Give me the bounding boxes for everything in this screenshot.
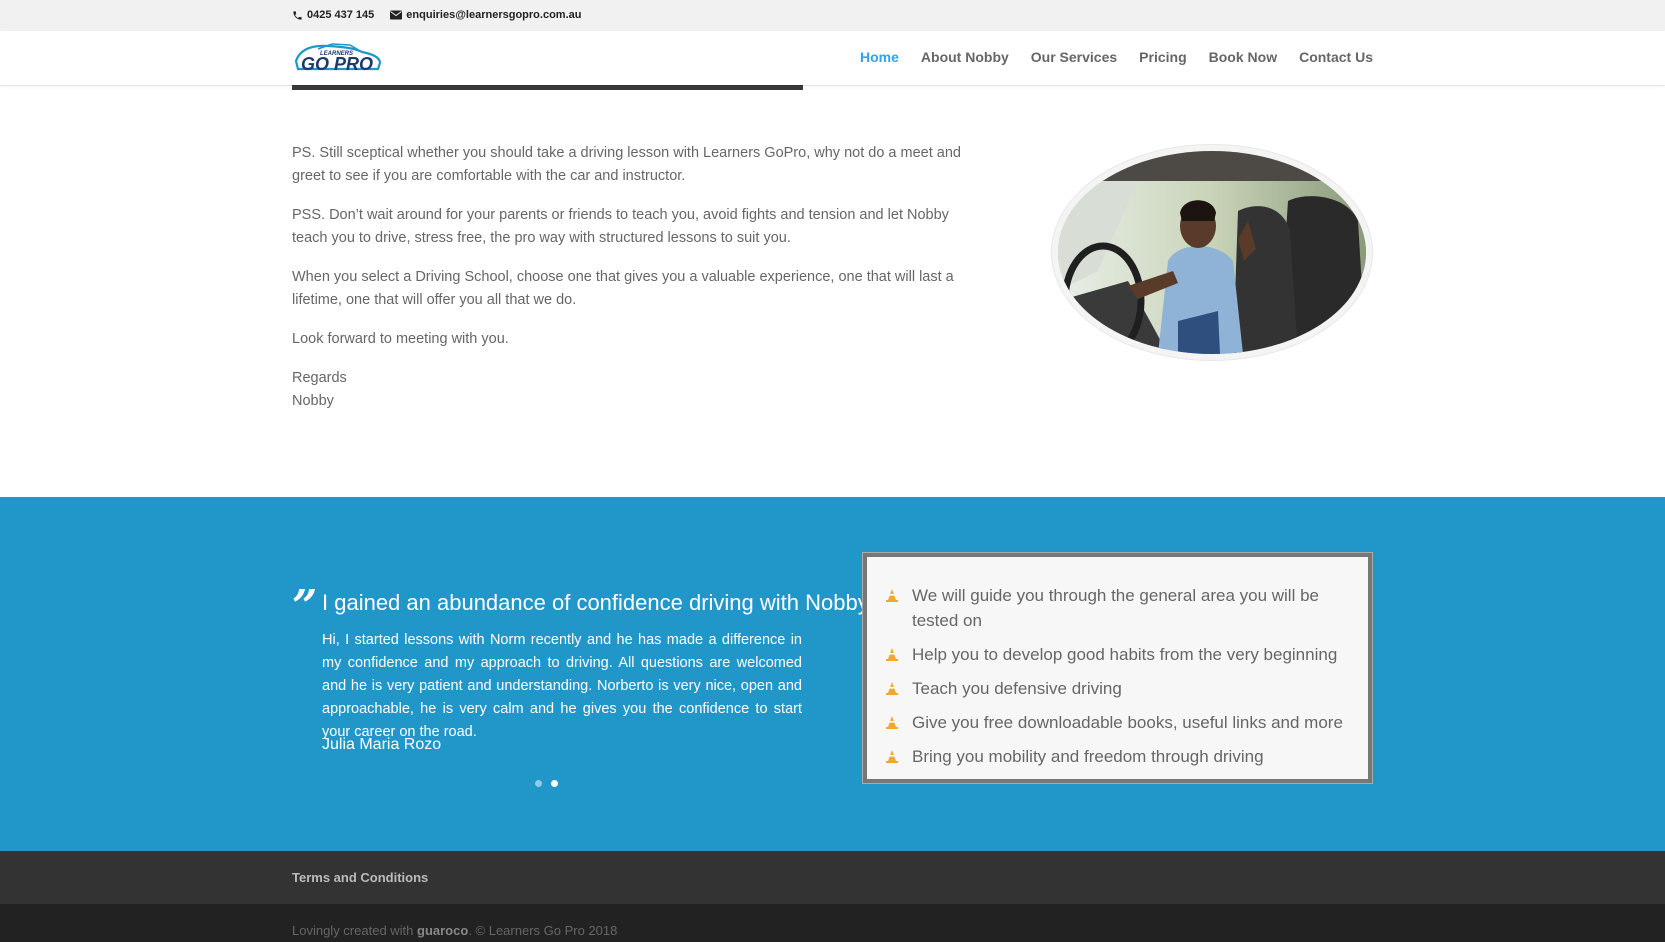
slide-dot-1[interactable] <box>535 780 542 787</box>
footer-links-bar: Terms and Conditions <box>0 851 1665 904</box>
nav-contact-us[interactable]: Contact Us <box>1299 49 1373 65</box>
credit-prefix: Lovingly created with <box>292 923 418 938</box>
traffic-cone-icon <box>886 589 898 602</box>
paragraph-pss: PSS. Don’t wait around for your parents … <box>292 207 949 246</box>
envelope-icon <box>390 10 403 20</box>
phone-number: 0425 437 145 <box>307 9 375 21</box>
traffic-cone-icon <box>886 716 898 729</box>
feature-text: Teach you defensive driving <box>912 679 1122 698</box>
phone-icon <box>293 10 302 20</box>
footer-credit-bar: Lovingly created with guaroco. © Learner… <box>0 904 1665 942</box>
terms-and-conditions-link[interactable]: Terms and Conditions <box>292 870 428 885</box>
car-interior-illustration <box>1058 151 1366 354</box>
testimonial-author: Julia Maria Rozo <box>322 736 442 753</box>
slide-dot-2[interactable] <box>551 780 558 787</box>
feature-text: Give you free downloadable books, useful… <box>912 713 1343 732</box>
top-bar: 0425 437 145 enquiries@learnersgopro.com… <box>0 0 1665 31</box>
list-item: Teach you defensive driving <box>885 676 1355 701</box>
paragraph-ps: PS. Still sceptical whether you should t… <box>292 145 961 184</box>
testimonial-title: I gained an abundance of confidence driv… <box>322 590 869 615</box>
footer-credit: Lovingly created with guaroco. © Learner… <box>292 923 617 938</box>
testimonial-body: Hi, I started lessons with Norm recently… <box>322 632 802 740</box>
feature-text: Help you to develop good habits from the… <box>912 645 1338 664</box>
email-contact[interactable]: enquiries@learnersgopro.com.au <box>390 9 581 21</box>
feature-text: We will guide you through the general ar… <box>912 586 1319 630</box>
list-item: We will guide you through the general ar… <box>885 583 1355 633</box>
regards-text: Regards <box>292 370 347 386</box>
nav-home[interactable]: Home <box>860 49 899 65</box>
main-nav: Home About Nobby Our Services Pricing Bo… <box>860 49 1373 65</box>
nav-pricing[interactable]: Pricing <box>1139 49 1186 65</box>
traffic-cone-icon <box>886 682 898 695</box>
traffic-cone-icon <box>886 750 898 763</box>
features-box: We will guide you through the general ar… <box>863 553 1372 783</box>
student-driver-photo <box>1052 145 1372 360</box>
credit-brand-link[interactable]: guaroco <box>417 923 468 938</box>
paragraph-driving-school: When you select a Driving School, choose… <box>292 269 954 308</box>
logo-go-pro-text: GO PRO <box>301 54 373 74</box>
nav-book-now[interactable]: Book Now <box>1209 49 1277 65</box>
feature-text: Bring you mobility and freedom through d… <box>912 747 1264 766</box>
nav-about-nobby[interactable]: About Nobby <box>921 49 1009 65</box>
quote-mark-icon: ” <box>292 581 318 632</box>
slider-pagination <box>535 780 558 787</box>
traffic-cone-icon <box>886 648 898 661</box>
nav-our-services[interactable]: Our Services <box>1031 49 1117 65</box>
closing-message: PS. Still sceptical whether you should t… <box>292 142 987 413</box>
signature-name: Nobby <box>292 393 334 409</box>
list-item: Help you to develop good habits from the… <box>885 642 1355 667</box>
email-address: enquiries@learnersgopro.com.au <box>406 9 582 21</box>
credit-suffix: . © Learners Go Pro 2018 <box>468 923 618 938</box>
section-divider-bar <box>292 85 803 90</box>
paragraph-meeting: Look forward to meeting with you. <box>292 331 509 347</box>
features-list: We will guide you through the general ar… <box>885 583 1355 778</box>
list-item: Bring you mobility and freedom through d… <box>885 744 1355 769</box>
site-header: LEARNERS GO PRO Home About Nobby Our Ser… <box>0 31 1665 85</box>
list-item: Give you free downloadable books, useful… <box>885 710 1355 735</box>
testimonial-section <box>0 497 1665 851</box>
phone-contact[interactable]: 0425 437 145 <box>292 9 374 21</box>
learners-go-pro-logo[interactable]: LEARNERS GO PRO <box>292 39 384 77</box>
